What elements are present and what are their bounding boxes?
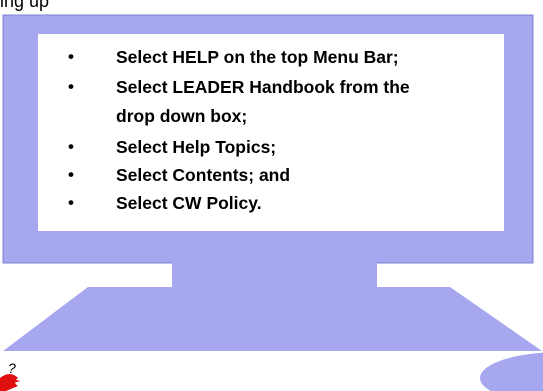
list-item: Select Help Topics; xyxy=(66,134,506,160)
instruction-text: Select Contents; and xyxy=(116,165,291,185)
question-mascot-icon: ? xyxy=(0,360,20,391)
svg-text:?: ? xyxy=(8,360,16,376)
instruction-list: Select HELP on the top Menu Bar; Select … xyxy=(66,44,506,216)
instruction-text: Select CW Policy. xyxy=(116,193,262,213)
mouse-shape xyxy=(480,352,543,391)
instruction-text: Select HELP on the top Menu Bar; xyxy=(116,47,399,67)
list-item: Select HELP on the top Menu Bar; xyxy=(66,44,506,70)
instruction-text: Select Help Topics; xyxy=(116,137,277,157)
list-item: Select CW Policy. xyxy=(66,190,506,216)
monitor-base xyxy=(3,287,542,351)
monitor-neck xyxy=(172,262,377,288)
instruction-text-continued: drop down box; xyxy=(116,106,248,126)
list-item: Select Contents; and xyxy=(66,162,506,188)
list-item: Select LEADER Handbook from the drop dow… xyxy=(66,74,506,132)
instruction-text: Select LEADER Handbook from the xyxy=(116,77,410,97)
